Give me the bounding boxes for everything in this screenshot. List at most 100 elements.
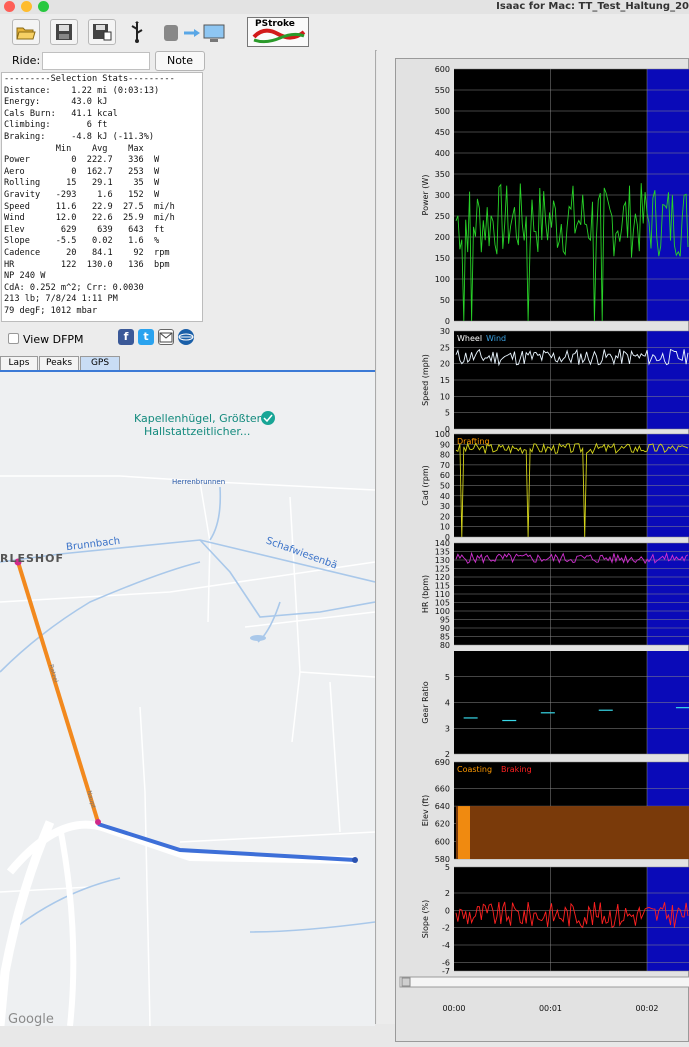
plot-hr-tick-label: 90 xyxy=(440,624,450,633)
plot-elev-tick-label: 640 xyxy=(435,802,450,811)
plot-speed-tick-label: 25 xyxy=(440,343,450,352)
pstroke-button[interactable]: PStroke xyxy=(247,17,309,47)
globe-icon[interactable] xyxy=(178,329,194,345)
facebook-icon[interactable]: f xyxy=(118,329,134,345)
poi-label: Kapellenhügel, Größter xyxy=(134,412,262,425)
x-axis-tick-label: 00:02 xyxy=(635,1004,658,1013)
plots-panel: 0 50 100 150 200 250 300 350 400 450 500 550 600 Powe… xyxy=(377,50,689,1042)
plot-power-tick-label: 0 xyxy=(445,317,450,326)
route-position-marker xyxy=(95,819,101,825)
plot-slope-tick-label: 5 xyxy=(445,863,450,872)
plot-speed-legend-item: Wind xyxy=(486,334,506,343)
map-poi-pin xyxy=(261,411,275,425)
map-label-rleshof: RLESHOF xyxy=(0,552,64,565)
plot-slope-tick-label: -6 xyxy=(442,958,450,967)
gps-map[interactable]: Kapellenhügel, Größter Hallstattzeitlich… xyxy=(0,370,375,1026)
plot-cadence-tick-label: 100 xyxy=(435,430,450,439)
plot-hr-tick-label: 110 xyxy=(435,590,450,599)
toolbar: PStroke xyxy=(0,14,689,51)
plot-cadence-tick-label: 50 xyxy=(440,482,450,491)
x-axis-tick-label: 00:01 xyxy=(539,1004,562,1013)
usb-icon[interactable] xyxy=(127,21,147,45)
plot-speed-tick-label: 10 xyxy=(440,392,450,401)
plot-power-tick-label: 250 xyxy=(435,212,450,221)
plot-hr-tick-label: 105 xyxy=(435,599,450,608)
map-label-herrenbrunnen: Herrenbrunnen xyxy=(172,478,226,486)
plot-elev-tick-label: 660 xyxy=(435,784,450,793)
title-bar: Isaac for Mac: TT_Test_Haltung_20 xyxy=(0,0,689,15)
plot-cadence-tick-label: 80 xyxy=(440,451,450,460)
open-folder-icon[interactable] xyxy=(12,19,40,45)
tab-laps[interactable]: Laps xyxy=(0,356,38,370)
selection-stats-text: ---------Selection Stats--------- Distan… xyxy=(4,74,175,316)
plot-slope-tick-label: -4 xyxy=(442,941,450,950)
twitter-icon[interactable]: t xyxy=(138,329,154,345)
plot-hr-tick-label: 140 xyxy=(435,539,450,548)
plot-hr-tick-label: 135 xyxy=(435,548,450,557)
email-icon[interactable] xyxy=(158,329,174,345)
plot-gear-tick-label: 4 xyxy=(445,699,450,708)
plot-hr-ylabel: HR (bpm) xyxy=(421,575,430,613)
plot-hr-tick-label: 95 xyxy=(440,616,450,625)
tab-gps[interactable]: GPS xyxy=(80,356,120,370)
plot-slope-tick-label: -7 xyxy=(442,967,450,976)
plot-power-tick-label: 550 xyxy=(435,86,450,95)
window-title: Isaac for Mac: TT_Test_Haltung_20 xyxy=(496,1,689,12)
plot-elev-area xyxy=(456,806,689,859)
plot-slope-ylabel: Slope (%) xyxy=(421,900,430,939)
plot-speed-tick-label: 20 xyxy=(440,360,450,369)
plot-power-tick-label: 300 xyxy=(435,191,450,200)
plot-hr-tick-label: 130 xyxy=(435,556,450,565)
zoom-window-button[interactable] xyxy=(38,1,49,12)
route-end-marker xyxy=(352,857,358,863)
plot-gear-tick-label: 3 xyxy=(445,724,450,733)
view-dfpm-checkbox[interactable]: View DFPM xyxy=(8,333,84,346)
plot-speed-tick-label: 15 xyxy=(440,376,450,385)
save-as-icon[interactable] xyxy=(88,19,116,45)
x-axis-tick-label: 00:00 xyxy=(442,1004,465,1013)
plot-elev-tick-label: 600 xyxy=(435,837,450,846)
plot-cadence-legend-item: Drafting xyxy=(457,437,490,446)
plot-power-tick-label: 50 xyxy=(440,296,450,305)
plot-power-tick-label: 350 xyxy=(435,170,450,179)
plot-power-tick-label: 450 xyxy=(435,128,450,137)
note-button[interactable]: Note xyxy=(155,51,205,71)
close-window-button[interactable] xyxy=(4,1,15,12)
view-dfpm-label: View DFPM xyxy=(23,333,84,346)
plot-hr-tick-label: 85 xyxy=(440,633,450,642)
timeline-scrollbar[interactable] xyxy=(399,976,689,988)
plot-cadence-tick-label: 30 xyxy=(440,502,450,511)
plots-svg[interactable]: 050100150200250300350400450500550600Powe… xyxy=(396,59,689,1043)
plot-power-ylabel: Power (W) xyxy=(421,175,430,216)
plot-cadence-tick-label: 70 xyxy=(440,461,450,470)
plot-hr-tick-label: 120 xyxy=(435,573,450,582)
plot-elev-ylabel: Elev (ft) xyxy=(421,795,430,827)
plot-slope-tick-label: 0 xyxy=(445,906,450,915)
plot-speed-tick-label: 30 xyxy=(440,327,450,336)
poi-label-line2: Hallstattzeitlicher... xyxy=(144,425,251,438)
minimize-window-button[interactable] xyxy=(21,1,32,12)
plot-hr-tick-label: 80 xyxy=(440,641,450,650)
plot-elev-tick-label: 690 xyxy=(435,758,450,767)
ride-field[interactable] xyxy=(42,52,150,70)
plot-cadence-tick-label: 60 xyxy=(440,471,450,480)
tab-peaks[interactable]: Peaks xyxy=(39,356,79,370)
checkbox-box[interactable] xyxy=(8,333,19,344)
plot-elev-tick-label: 620 xyxy=(435,820,450,829)
plot-gear-ylabel: Gear Ratio xyxy=(421,681,430,724)
device-to-computer-icon[interactable] xyxy=(160,22,230,44)
plot-hr-tick-label: 100 xyxy=(435,607,450,616)
selection-stats-panel: ---------Selection Stats--------- Distan… xyxy=(1,72,203,322)
map-canvas[interactable] xyxy=(0,372,375,1026)
plot-gear-tick-label: 5 xyxy=(445,673,450,682)
plot-slope-selection xyxy=(647,867,689,971)
plot-speed-legend-item: Wheel xyxy=(457,334,482,343)
scrollbar-thumb[interactable] xyxy=(401,977,411,987)
save-icon[interactable] xyxy=(50,19,78,45)
plot-power-tick-label: 600 xyxy=(435,65,450,74)
plot-cadence-tick-label: 90 xyxy=(440,440,450,449)
plot-power-tick-label: 400 xyxy=(435,149,450,158)
plot-elev-legend-item: Coasting xyxy=(457,765,492,774)
plot-cadence-tick-label: 40 xyxy=(440,492,450,501)
plots-frame: 0 50 100 150 200 250 300 350 400 450 500 550 600 Powe… xyxy=(395,58,689,1042)
